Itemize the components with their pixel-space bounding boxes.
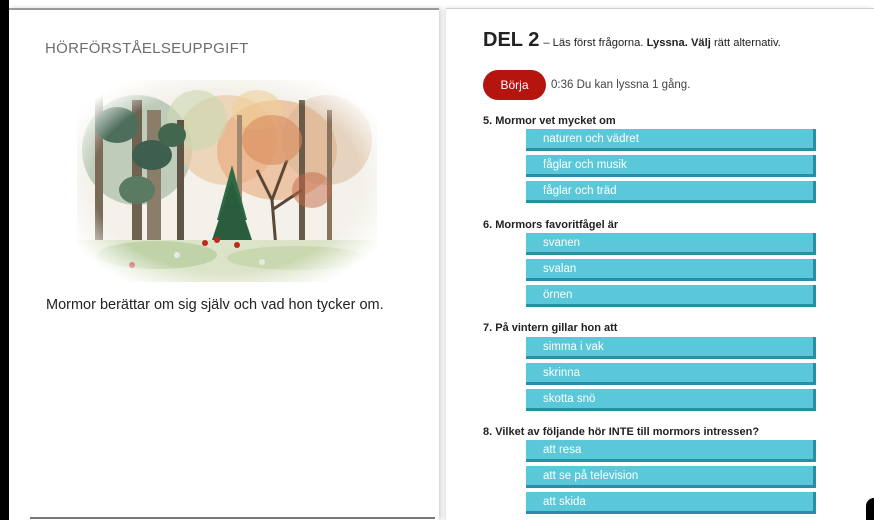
option-6b[interactable]: svalan [526,259,816,281]
start-audio-button[interactable]: Börja [483,70,546,100]
audio-status: 0:36 Du kan lyssna 1 gång. [551,79,691,91]
option-6c[interactable]: örnen [526,285,816,307]
del-instructions: – Läs först frågorna. Lyssna. Välj rätt … [543,37,781,49]
del-heading: DEL 2 [483,29,540,51]
option-8c[interactable]: att skida [526,492,816,514]
right-page: DEL 2 – Läs först frågorna. Lyssna. Välj… [446,8,874,520]
option-7c[interactable]: skotta snö [526,389,816,411]
question-7: 7. På vintern gillar hon att [483,322,618,334]
left-page: HÖRFÖRSTÅELSEUPPGIFT Mormor berättar om … [9,8,439,520]
section-label: HÖRFÖRSTÅELSEUPPGIFT [45,40,249,57]
instruction-choose: Välj [690,37,711,49]
question-6: 6. Mormors favoritfågel är [483,219,619,231]
option-5a[interactable]: naturen och vädret [526,129,816,151]
instruction-listen: Lyssna. [646,37,688,49]
story-text: Mormor berättar om sig själv och vad hon… [46,297,384,313]
del-title: DEL 2 – Läs först frågorna. Lyssna. Välj… [483,29,781,52]
option-6a[interactable]: svanen [526,233,816,255]
page-bottom-rule-left [30,517,435,519]
window-left-edge [0,0,9,520]
option-5b[interactable]: fåglar och musik [526,155,816,177]
option-7b[interactable]: skrinna [526,363,816,385]
instruction-read: Läs först frågorna. [552,37,644,49]
instruction-correct-option: rätt alternativ. [713,37,781,49]
option-8a[interactable]: att resa [526,440,816,462]
forest-image [77,80,377,282]
option-7a[interactable]: simma i vak [526,337,816,359]
question-8: 8. Vilket av följande hör INTE till morm… [483,426,760,438]
question-5: 5. Mormor vet mycket om [483,115,616,127]
option-8b[interactable]: att se på television [526,466,816,488]
corner-decoration [866,498,874,520]
option-5c[interactable]: fåglar och träd [526,181,816,203]
instruction-dash: – [543,37,550,49]
